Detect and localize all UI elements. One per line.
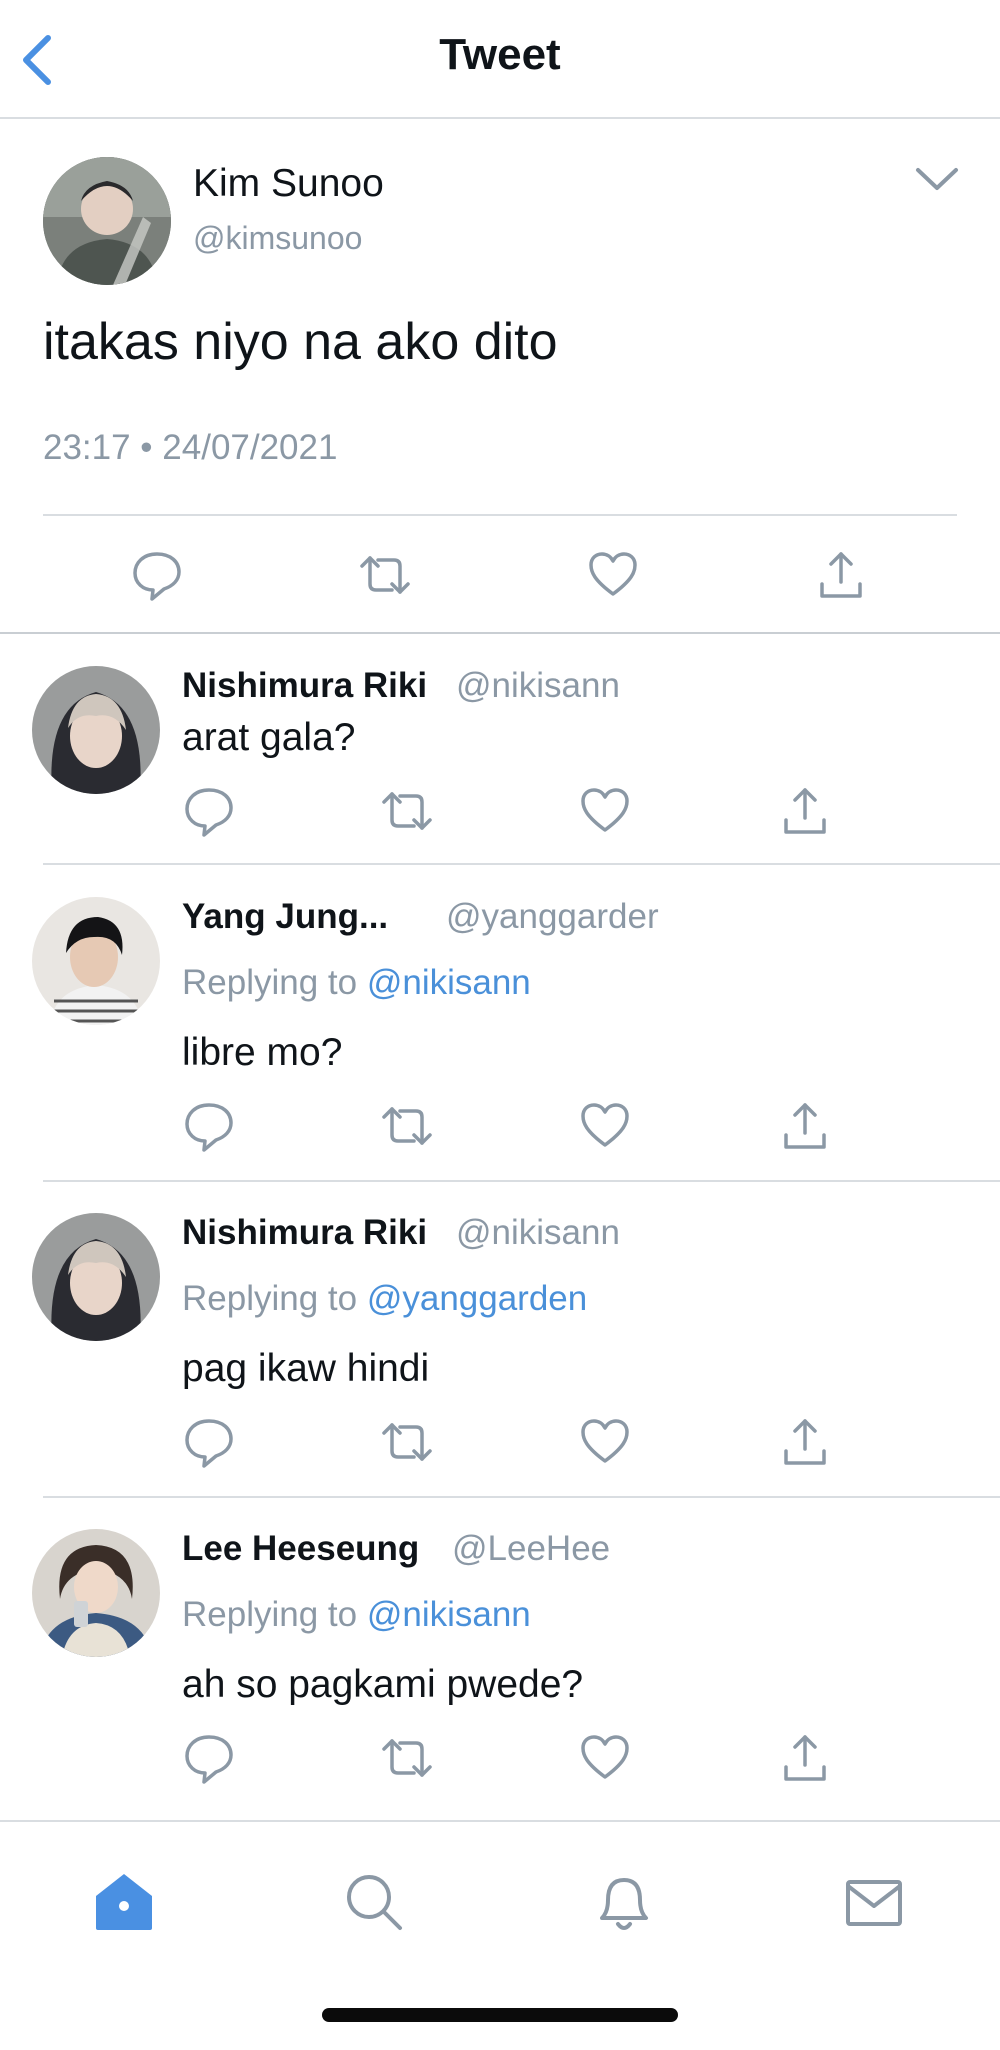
tweet-text: itakas niyo na ako dito <box>43 313 558 371</box>
retweet-icon <box>382 1107 432 1145</box>
retweet-button[interactable] <box>378 1413 436 1471</box>
author-handle[interactable]: @yanggarder <box>446 897 659 937</box>
author-name[interactable]: Lee Heeseung <box>182 1529 419 1569</box>
heart-icon <box>581 788 629 832</box>
author-handle[interactable]: @LeeHee <box>452 1529 610 1569</box>
author-handle[interactable]: @kimsunoo <box>193 220 362 257</box>
retweet-button[interactable] <box>378 1729 436 1787</box>
reply-icon <box>185 1103 233 1152</box>
avatar[interactable] <box>32 1529 160 1657</box>
search-icon <box>347 1875 402 1930</box>
reply-text: arat gala? <box>182 716 356 759</box>
tweet-actions <box>0 540 1000 610</box>
author-name[interactable]: Nishimura Riki <box>182 1213 427 1253</box>
more-options-button[interactable] <box>912 160 962 200</box>
retweet-icon <box>382 792 432 830</box>
replying-label: Replying to <box>182 963 367 1002</box>
share-button[interactable] <box>776 1413 834 1471</box>
retweet-icon <box>382 1423 432 1461</box>
retweet-icon <box>360 556 410 594</box>
replying-to: Replying to @nikisann <box>182 963 531 1003</box>
heart-icon <box>581 1419 629 1463</box>
reply-button[interactable] <box>180 1097 238 1155</box>
share-icon <box>784 1419 826 1465</box>
author-name[interactable]: Kim Sunoo <box>193 162 384 206</box>
reply-text: libre mo? <box>182 1031 343 1074</box>
reply-tweet[interactable]: Nishimura Riki @nikisann Replying to @ya… <box>0 1181 1000 1498</box>
author-name[interactable]: Yang Jung... <box>182 897 388 937</box>
like-button[interactable] <box>584 546 642 604</box>
reply-text: ah so pagkami pwede? <box>182 1663 584 1706</box>
share-icon <box>784 1103 826 1149</box>
like-button[interactable] <box>576 1729 634 1787</box>
avatar[interactable] <box>32 897 160 1025</box>
reply-text: pag ikaw hindi <box>182 1347 430 1390</box>
divider <box>43 514 957 516</box>
replying-to: Replying to @yanggarden <box>182 1279 587 1319</box>
page-title: Tweet <box>439 30 561 79</box>
tab-messages[interactable] <box>842 1870 906 1934</box>
reply-button[interactable] <box>180 1413 238 1471</box>
reply-icon <box>185 788 233 837</box>
share-icon <box>784 1735 826 1781</box>
avatar[interactable] <box>32 666 160 794</box>
mail-icon <box>846 1880 902 1926</box>
chevron-down-icon <box>916 168 958 190</box>
replying-label: Replying to <box>182 1595 367 1634</box>
reply-icon <box>133 552 181 601</box>
home-indicator[interactable] <box>322 2008 678 2022</box>
replying-to-link[interactable]: @nikisann <box>367 963 531 1002</box>
reply-button[interactable] <box>128 546 186 604</box>
avatar[interactable] <box>32 1213 160 1341</box>
author-handle[interactable]: @nikisann <box>456 1213 620 1253</box>
tab-notifications[interactable] <box>592 1870 656 1934</box>
reply-tweet[interactable]: Nishimura Riki @nikisann arat gala? <box>0 634 1000 865</box>
reply-icon <box>185 1735 233 1784</box>
retweet-button[interactable] <box>356 546 414 604</box>
bell-icon <box>600 1878 648 1930</box>
reply-button[interactable] <box>180 782 238 840</box>
replying-to-link[interactable]: @nikisann <box>367 1595 531 1634</box>
author-name[interactable]: Nishimura Riki <box>182 666 427 706</box>
retweet-button[interactable] <box>378 782 436 840</box>
heart-icon <box>581 1103 629 1147</box>
heart-icon <box>581 1735 629 1779</box>
retweet-icon <box>382 1739 432 1777</box>
author-handle[interactable]: @nikisann <box>456 666 620 706</box>
replying-label: Replying to <box>182 1279 367 1318</box>
home-icon <box>96 1874 152 1930</box>
tweet-timestamp: 23:17 • 24/07/2021 <box>43 428 338 467</box>
like-button[interactable] <box>576 782 634 840</box>
reply-tweet[interactable]: Lee Heeseung @LeeHee Replying to @nikisa… <box>0 1497 1000 1813</box>
share-button[interactable] <box>776 1097 834 1155</box>
share-icon <box>820 552 862 598</box>
tab-search[interactable] <box>342 1870 406 1934</box>
share-button[interactable] <box>776 782 834 840</box>
replying-to-link[interactable]: @yanggarden <box>367 1279 587 1318</box>
reply-icon <box>185 1419 233 1468</box>
heart-icon <box>589 552 637 596</box>
share-button[interactable] <box>776 1729 834 1787</box>
share-icon <box>784 788 826 834</box>
retweet-button[interactable] <box>378 1097 436 1155</box>
like-button[interactable] <box>576 1413 634 1471</box>
share-button[interactable] <box>812 546 870 604</box>
tab-home[interactable] <box>92 1870 156 1934</box>
like-button[interactable] <box>576 1097 634 1155</box>
replying-to: Replying to @nikisann <box>182 1595 531 1635</box>
reply-button[interactable] <box>180 1729 238 1787</box>
reply-tweet[interactable]: Yang Jung... @yanggarder Replying to @ni… <box>0 865 1000 1182</box>
avatar[interactable] <box>43 157 171 285</box>
